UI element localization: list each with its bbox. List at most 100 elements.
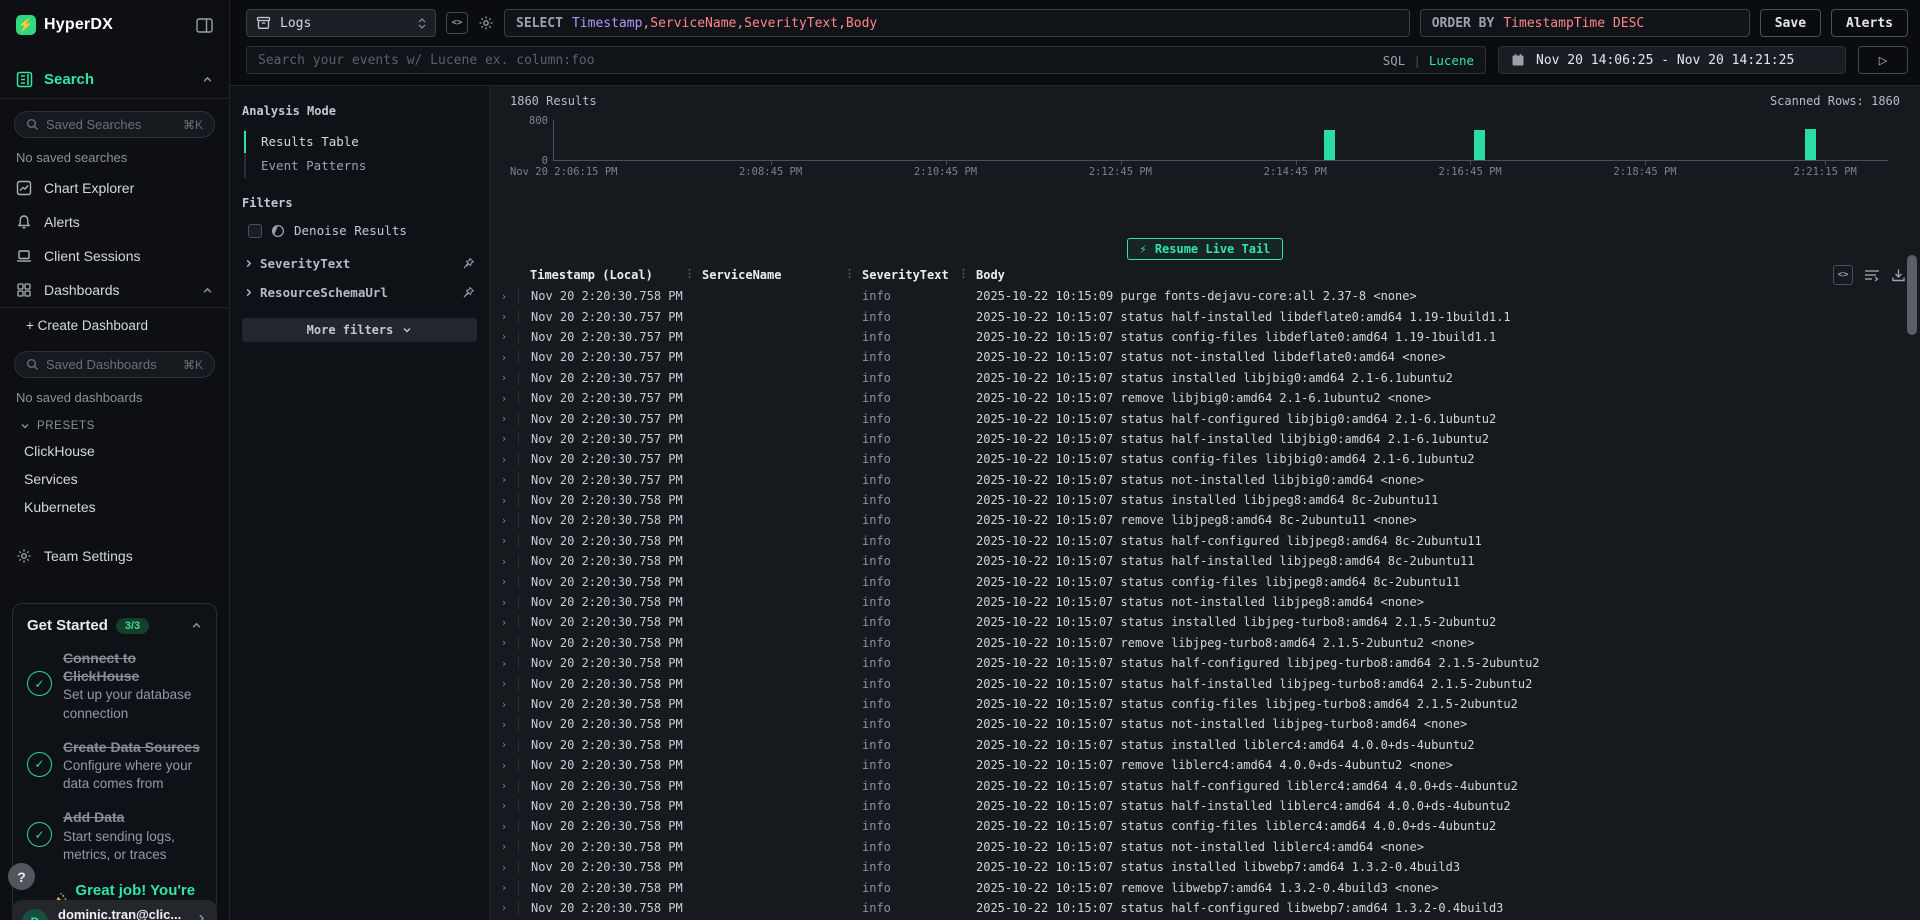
- table-row[interactable]: › Nov 20 2:20:30.758 PM info 2025-10-22 …: [490, 775, 1920, 795]
- table-row[interactable]: › Nov 20 2:20:30.758 PM info 2025-10-22 …: [490, 694, 1920, 714]
- row-expand-chevron-icon[interactable]: ›: [490, 330, 518, 343]
- sidebar-item-client-sessions[interactable]: Client Sessions: [0, 239, 229, 273]
- resume-live-tail-button[interactable]: ⚡ Resume Live Tail: [1127, 238, 1284, 260]
- row-expand-chevron-icon[interactable]: ›: [490, 575, 518, 588]
- code-toggle-icon[interactable]: <>: [446, 12, 468, 34]
- saved-dashboards-input[interactable]: Saved Dashboards ⌘K: [14, 351, 215, 378]
- row-expand-chevron-icon[interactable]: ›: [490, 392, 518, 405]
- vertical-scrollbar[interactable]: [1907, 255, 1917, 335]
- more-filters-button[interactable]: More filters: [242, 318, 477, 342]
- row-expand-chevron-icon[interactable]: ›: [490, 534, 518, 547]
- row-expand-chevron-icon[interactable]: ›: [490, 779, 518, 792]
- user-menu[interactable]: D dominic.tran@clic... dominic.tran@clic…: [12, 900, 217, 920]
- table-row[interactable]: › Nov 20 2:20:30.758 PM info 2025-10-22 …: [490, 857, 1920, 877]
- row-expand-chevron-icon[interactable]: ›: [490, 514, 518, 527]
- table-row[interactable]: › Nov 20 2:20:30.758 PM info 2025-10-22 …: [490, 673, 1920, 693]
- saved-searches-input[interactable]: Saved Searches ⌘K: [14, 111, 215, 138]
- mode-results-table[interactable]: Results Table: [246, 130, 477, 154]
- col-servicename[interactable]: ServiceName: [690, 268, 850, 282]
- row-expand-chevron-icon[interactable]: ›: [490, 636, 518, 649]
- orderby-input[interactable]: ORDER BY TimestampTime DESC: [1420, 9, 1750, 37]
- run-query-button[interactable]: ▷: [1858, 46, 1908, 74]
- table-row[interactable]: › Nov 20 2:20:30.758 PM info 2025-10-22 …: [490, 816, 1920, 836]
- row-expand-chevron-icon[interactable]: ›: [490, 555, 518, 568]
- row-expand-chevron-icon[interactable]: ›: [490, 657, 518, 670]
- select-clause-input[interactable]: SELECT Timestamp ,ServiceName,SeverityTe…: [504, 9, 1410, 37]
- preset-item[interactable]: Kubernetes: [0, 493, 229, 521]
- table-row[interactable]: › Nov 20 2:20:30.758 PM info 2025-10-22 …: [490, 653, 1920, 673]
- table-row[interactable]: › Nov 20 2:20:30.757 PM info 2025-10-22 …: [490, 470, 1920, 490]
- table-row[interactable]: › Nov 20 2:20:30.757 PM info 2025-10-22 …: [490, 408, 1920, 428]
- col-severitytext[interactable]: SeverityText: [850, 268, 964, 282]
- sidebar-item-team-settings[interactable]: Team Settings: [0, 539, 229, 573]
- download-icon[interactable]: [1891, 268, 1906, 283]
- source-select[interactable]: Logs: [246, 9, 436, 37]
- row-expand-chevron-icon[interactable]: ›: [490, 901, 518, 914]
- sidebar-item-chart-explorer[interactable]: Chart Explorer: [0, 171, 229, 205]
- alerts-button[interactable]: Alerts: [1831, 9, 1908, 37]
- table-row[interactable]: › Nov 20 2:20:30.758 PM info 2025-10-22 …: [490, 531, 1920, 551]
- table-row[interactable]: › Nov 20 2:20:30.757 PM info 2025-10-22 …: [490, 368, 1920, 388]
- table-row[interactable]: › Nov 20 2:20:30.758 PM info 2025-10-22 …: [490, 898, 1920, 918]
- language-toggle[interactable]: SQL | Lucene: [1383, 53, 1474, 68]
- mode-event-patterns[interactable]: Event Patterns: [246, 154, 477, 178]
- preset-item[interactable]: ClickHouse: [0, 437, 229, 465]
- date-range-picker[interactable]: Nov 20 14:06:25 - Nov 20 14:21:25: [1498, 46, 1846, 74]
- column-resize-handle[interactable]: ⋮: [844, 267, 855, 280]
- table-row[interactable]: › Nov 20 2:20:30.758 PM info 2025-10-22 …: [490, 490, 1920, 510]
- table-row[interactable]: › Nov 20 2:20:30.758 PM info 2025-10-22 …: [490, 571, 1920, 591]
- chevron-up-icon[interactable]: [191, 620, 202, 631]
- wrap-lines-icon[interactable]: [1864, 268, 1880, 282]
- chevron-up-icon[interactable]: [202, 285, 213, 296]
- get-started-item[interactable]: ✓ Create Data Sources Configure where yo…: [27, 738, 202, 794]
- create-dashboard-button[interactable]: + Create Dashboard: [0, 308, 229, 339]
- row-expand-chevron-icon[interactable]: ›: [490, 473, 518, 486]
- row-expand-chevron-icon[interactable]: ›: [490, 616, 518, 629]
- table-row[interactable]: › Nov 20 2:20:30.758 PM info 2025-10-22 …: [490, 633, 1920, 653]
- pin-icon[interactable]: [462, 286, 475, 299]
- lang-lucene-option[interactable]: Lucene: [1429, 53, 1474, 68]
- table-row[interactable]: › Nov 20 2:20:30.757 PM info 2025-10-22 …: [490, 347, 1920, 367]
- search-input[interactable]: Search your events w/ Lucene ex. column:…: [246, 46, 1486, 74]
- denoise-checkbox[interactable]: [248, 224, 262, 238]
- row-expand-chevron-icon[interactable]: ›: [490, 881, 518, 894]
- save-button[interactable]: Save: [1760, 9, 1821, 37]
- row-expand-chevron-icon[interactable]: ›: [490, 738, 518, 751]
- row-expand-chevron-icon[interactable]: ›: [490, 494, 518, 507]
- table-row[interactable]: › Nov 20 2:20:30.757 PM info 2025-10-22 …: [490, 449, 1920, 469]
- row-expand-chevron-icon[interactable]: ›: [490, 698, 518, 711]
- table-row[interactable]: › Nov 20 2:20:30.758 PM info 2025-10-22 …: [490, 612, 1920, 632]
- column-resize-handle[interactable]: ⋮: [958, 267, 969, 280]
- row-expand-chevron-icon[interactable]: ›: [490, 861, 518, 874]
- code-view-icon[interactable]: <>: [1833, 265, 1853, 285]
- table-row[interactable]: › Nov 20 2:20:30.758 PM info 2025-10-22 …: [490, 837, 1920, 857]
- row-expand-chevron-icon[interactable]: ›: [490, 799, 518, 812]
- sidebar-item-dashboards[interactable]: Dashboards: [0, 273, 229, 307]
- preset-item[interactable]: Services: [0, 465, 229, 493]
- table-row[interactable]: › Nov 20 2:20:30.758 PM info 2025-10-22 …: [490, 796, 1920, 816]
- row-expand-chevron-icon[interactable]: ›: [490, 351, 518, 364]
- help-button[interactable]: ?: [8, 863, 35, 890]
- filter-group[interactable]: ResourceSchemaUrl: [242, 273, 477, 302]
- results-histogram[interactable]: 800 0 Nov 20 2:06:15 PM2:08:45 PM2:10:45…: [510, 116, 1900, 178]
- table-row[interactable]: › Nov 20 2:20:30.758 PM info 2025-10-22 …: [490, 510, 1920, 530]
- table-row[interactable]: › Nov 20 2:20:30.757 PM info 2025-10-22 …: [490, 388, 1920, 408]
- table-row[interactable]: › Nov 20 2:20:30.757 PM info 2025-10-22 …: [490, 327, 1920, 347]
- column-resize-handle[interactable]: ⋮: [684, 267, 695, 280]
- col-timestamp[interactable]: Timestamp (Local): [518, 268, 690, 282]
- presets-toggle[interactable]: PRESETS: [0, 411, 229, 437]
- pin-icon[interactable]: [462, 257, 475, 270]
- row-expand-chevron-icon[interactable]: ›: [490, 290, 518, 303]
- table-row[interactable]: › Nov 20 2:20:30.757 PM info 2025-10-22 …: [490, 306, 1920, 326]
- chevron-up-icon[interactable]: [202, 74, 213, 85]
- get-started-item[interactable]: ✓ Add Data Start sending logs, metrics, …: [27, 808, 202, 864]
- row-expand-chevron-icon[interactable]: ›: [490, 840, 518, 853]
- table-row[interactable]: › Nov 20 2:20:30.758 PM info 2025-10-22 …: [490, 735, 1920, 755]
- row-expand-chevron-icon[interactable]: ›: [490, 820, 518, 833]
- row-expand-chevron-icon[interactable]: ›: [490, 371, 518, 384]
- table-row[interactable]: › Nov 20 2:20:30.758 PM info 2025-10-22 …: [490, 286, 1920, 306]
- row-expand-chevron-icon[interactable]: ›: [490, 412, 518, 425]
- table-row[interactable]: › Nov 20 2:20:30.758 PM info 2025-10-22 …: [490, 551, 1920, 571]
- brand[interactable]: ⚡ HyperDX: [16, 15, 113, 35]
- lang-sql-option[interactable]: SQL: [1383, 53, 1406, 68]
